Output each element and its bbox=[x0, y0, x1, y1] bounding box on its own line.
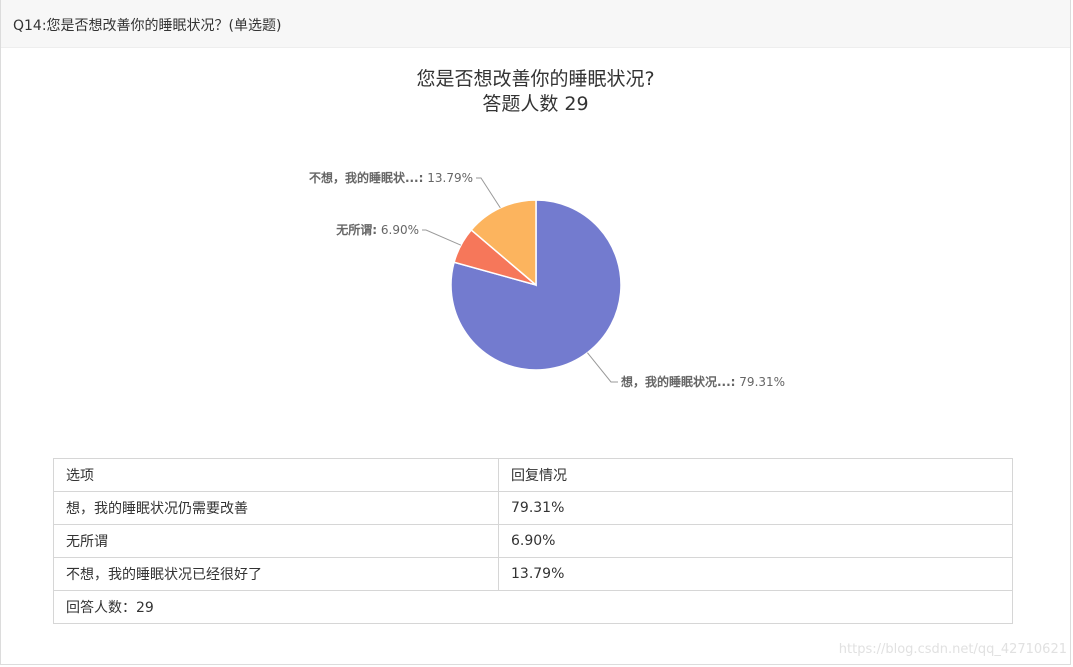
table-row: 无所谓 6.90% bbox=[53, 524, 1013, 558]
slice-label: 不想，我的睡眠状...: 13.79% bbox=[309, 170, 473, 185]
leader-line bbox=[476, 177, 501, 209]
table-footer-row: 回答人数：29 bbox=[53, 590, 1013, 624]
pie-chart: 想，我的睡眠状况...: 79.31% 无所谓: 6.90% 不想，我的睡眠状...… bbox=[309, 170, 785, 389]
option-cell: 不想，我的睡眠状况已经很好了 bbox=[53, 557, 499, 591]
header-option: 选项 bbox=[53, 458, 499, 492]
percent-cell: 79.31% bbox=[498, 491, 1013, 525]
leader-line bbox=[422, 229, 462, 246]
leader-line bbox=[587, 352, 618, 383]
results-table: 选项 回复情况 想，我的睡眠状况仍需要改善 79.31% 无所谓 6.90% 不… bbox=[53, 458, 1013, 624]
watermark: https://blog.csdn.net/qq_42710621 bbox=[838, 642, 1067, 657]
header-response: 回复情况 bbox=[498, 458, 1013, 492]
table-row: 不想，我的睡眠状况已经很好了 13.79% bbox=[53, 557, 1013, 591]
slice-label: 想，我的睡眠状况...: 79.31% bbox=[620, 374, 785, 389]
question-card: Q14:您是否想改善你的睡眠状况？(单选题) 您是否想改善你的睡眠状况? 答题人… bbox=[0, 0, 1071, 665]
option-cell: 无所谓 bbox=[53, 524, 499, 558]
slice-label: 无所谓: 6.90% bbox=[335, 222, 419, 237]
table-header-row: 选项 回复情况 bbox=[53, 458, 1013, 492]
percent-cell: 13.79% bbox=[498, 557, 1013, 591]
option-cell: 想，我的睡眠状况仍需要改善 bbox=[53, 491, 499, 525]
percent-cell: 6.90% bbox=[498, 524, 1013, 558]
respondent-count: 回答人数：29 bbox=[53, 590, 1013, 624]
table-row: 想，我的睡眠状况仍需要改善 79.31% bbox=[53, 491, 1013, 525]
